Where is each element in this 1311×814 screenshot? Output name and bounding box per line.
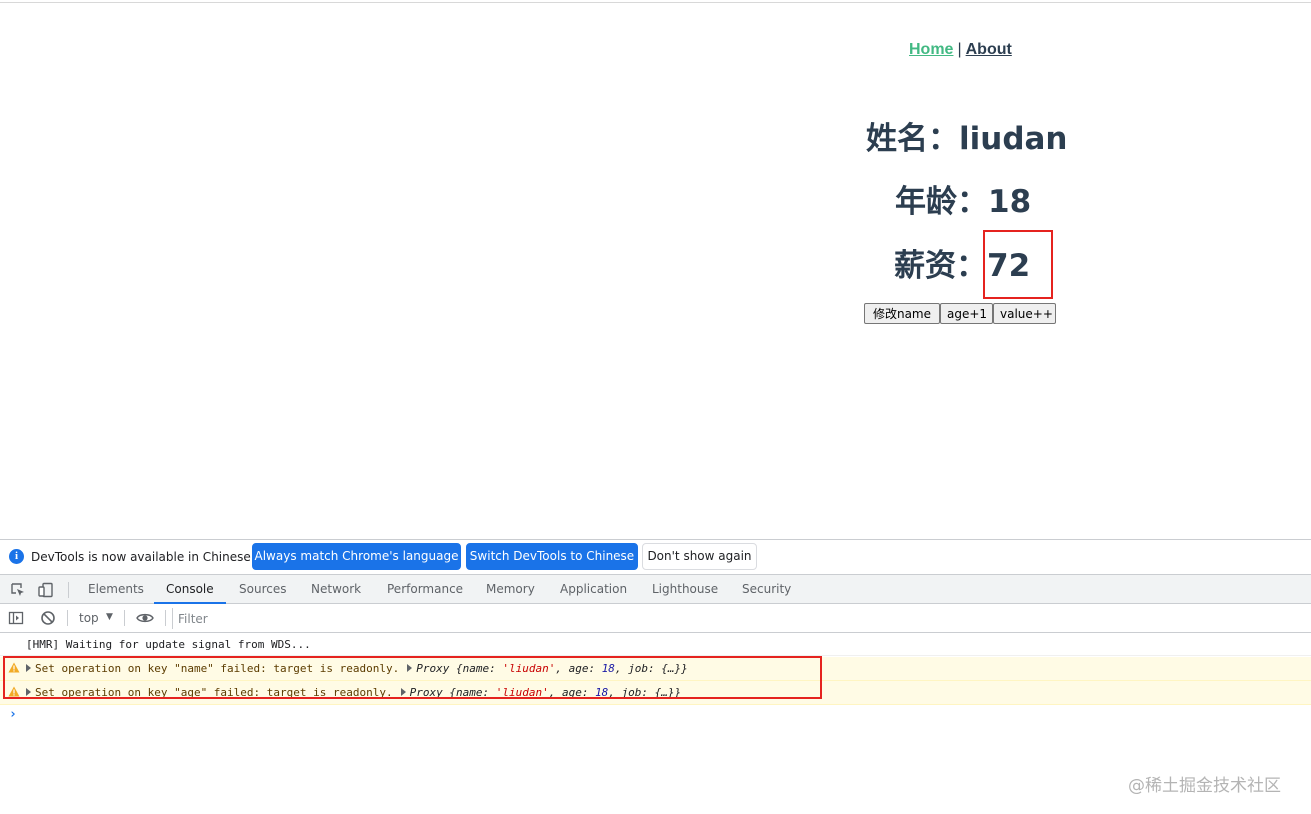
tab-security[interactable]: Security (742, 575, 791, 603)
console-log-message: [HMR] Waiting for update signal from WDS… (0, 633, 1311, 656)
age-heading: 年龄：18 (895, 184, 1032, 220)
change-name-button[interactable]: 修改name (864, 303, 940, 324)
info-icon: i (9, 549, 24, 564)
tab-network[interactable]: Network (311, 575, 361, 603)
console-prompt-input[interactable]: › (9, 707, 17, 722)
warnings-highlight-box (3, 656, 822, 699)
value-plus-button[interactable]: value++ (993, 303, 1056, 324)
devtools-language-infobar: i DevTools is now available in Chinese! … (0, 540, 1311, 573)
nav-links: Home | About (909, 41, 1012, 59)
switch-devtools-chinese-button[interactable]: Switch DevTools to Chinese (466, 543, 638, 570)
nav-separator: | (957, 41, 962, 58)
toolbar-divider (68, 582, 69, 598)
device-toolbar-icon[interactable] (38, 582, 54, 598)
tab-sources[interactable]: Sources (239, 575, 286, 603)
tab-console[interactable]: Console (154, 575, 226, 604)
tab-lighthouse[interactable]: Lighthouse (652, 575, 718, 603)
tab-application[interactable]: Application (560, 575, 627, 603)
clear-console-icon[interactable] (40, 610, 56, 626)
watermark: @稀土掘金技术社区 (1128, 776, 1281, 796)
always-match-language-button[interactable]: Always match Chrome's language (252, 543, 461, 570)
dont-show-again-button[interactable]: Don't show again (642, 543, 757, 570)
console-toolbar: top ▼ (0, 604, 1311, 633)
salary-highlight-box (983, 230, 1053, 299)
infobar-message: DevTools is now available in Chinese! (31, 550, 256, 564)
toolbar-divider (67, 610, 68, 626)
console-filter-input[interactable] (172, 608, 872, 629)
inspect-element-icon[interactable] (10, 582, 26, 598)
tab-performance[interactable]: Performance (387, 575, 463, 603)
nav-link-home[interactable]: Home (909, 41, 953, 58)
toolbar-divider (124, 610, 125, 626)
age-plus-button[interactable]: age+1 (940, 303, 993, 324)
context-dropdown-icon[interactable]: ▼ (106, 612, 113, 622)
devtools-tab-bar: Elements Console Sources Network Perform… (0, 574, 1311, 604)
live-expression-eye-icon[interactable] (136, 611, 154, 625)
toolbar-divider (165, 610, 166, 626)
app-page: Home | About (0, 3, 1311, 538)
name-heading: 姓名：liudan (866, 121, 1068, 157)
context-selector[interactable]: top (79, 611, 99, 625)
tab-memory[interactable]: Memory (486, 575, 535, 603)
salary-label: 薪资： (894, 248, 987, 284)
tab-elements[interactable]: Elements (88, 575, 144, 603)
nav-link-about[interactable]: About (966, 41, 1012, 58)
console-sidebar-icon[interactable] (8, 610, 24, 626)
